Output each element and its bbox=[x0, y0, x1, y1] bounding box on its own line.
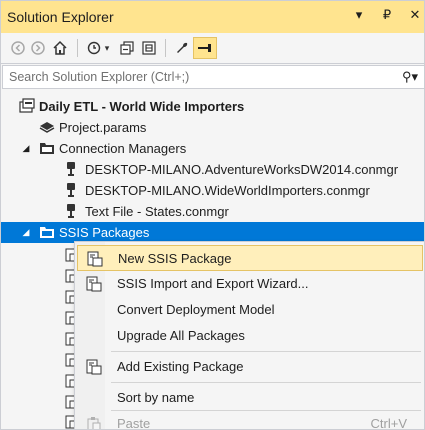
title-controls: ▾ ₽ ✕ bbox=[352, 7, 422, 23]
context-menu: New SSIS Package SSIS Import and Export … bbox=[74, 241, 424, 430]
menu-item-upgrade-all-packages[interactable]: Upgrade All Packages bbox=[77, 323, 423, 349]
tree-item-project-params[interactable]: Project.params bbox=[1, 117, 424, 138]
connection-managers-label: Connection Managers bbox=[59, 141, 187, 156]
folder-icon bbox=[39, 140, 55, 156]
menu-item-label: Upgrade All Packages bbox=[117, 328, 245, 343]
forward-icon[interactable] bbox=[29, 39, 47, 57]
connection-label: DESKTOP-MILANO.AdventureWorksDW2014.conm… bbox=[85, 162, 399, 177]
home-icon[interactable] bbox=[51, 39, 69, 57]
panel-title: Solution Explorer bbox=[7, 9, 114, 25]
search-icon[interactable]: ⚲▾ bbox=[402, 69, 418, 85]
properties-icon[interactable] bbox=[173, 39, 191, 57]
ssis-project-icon bbox=[19, 98, 35, 114]
dropdown-icon[interactable]: ▾ bbox=[352, 7, 366, 23]
toolbar: ▾ bbox=[1, 33, 424, 64]
menu-item-label: Paste bbox=[117, 416, 151, 430]
history-icon[interactable] bbox=[85, 39, 103, 57]
project-params-label: Project.params bbox=[59, 120, 147, 135]
show-all-files-icon[interactable] bbox=[140, 39, 158, 57]
shortcut-label: Ctrl+V bbox=[370, 416, 407, 430]
menu-item-import-export-wizard[interactable]: SSIS Import and Export Wizard... bbox=[77, 271, 423, 297]
tree-item-ssis-packages[interactable]: ◢ SSIS Packages bbox=[1, 222, 424, 243]
toolbar-separator bbox=[77, 39, 78, 57]
params-icon bbox=[39, 119, 55, 135]
menu-item-label: Convert Deployment Model bbox=[117, 302, 275, 317]
menu-separator bbox=[111, 382, 421, 383]
wizard-icon bbox=[86, 276, 102, 292]
menu-item-add-existing-package[interactable]: Add Existing Package bbox=[77, 354, 423, 380]
menu-item-new-ssis-package[interactable]: New SSIS Package bbox=[77, 245, 423, 271]
menu-item-paste[interactable]: Paste Ctrl+V bbox=[77, 411, 423, 430]
search-input[interactable] bbox=[7, 69, 391, 85]
back-icon[interactable] bbox=[9, 39, 27, 57]
folder-icon bbox=[39, 224, 55, 240]
expanded-arrow-icon[interactable]: ◢ bbox=[21, 227, 31, 238]
add-existing-icon bbox=[86, 359, 102, 375]
menu-item-sort-by-name[interactable]: Sort by name bbox=[77, 385, 423, 411]
collapse-all-icon[interactable] bbox=[118, 39, 136, 57]
connection-label: DESKTOP-MILANO.WideWorldImporters.conmgr bbox=[85, 183, 370, 198]
connection-plug-icon bbox=[63, 203, 79, 219]
title-bar[interactable]: Solution Explorer ▾ ₽ ✕ bbox=[1, 1, 424, 33]
solution-explorer-panel: Solution Explorer ▾ ₽ ✕ ▾ Search Solutio… bbox=[0, 0, 425, 430]
connection-plug-icon bbox=[63, 182, 79, 198]
search-box[interactable]: ⚲▾ bbox=[2, 65, 424, 89]
menu-item-label: New SSIS Package bbox=[118, 251, 232, 266]
project-label: Daily ETL - World Wide Importers bbox=[39, 99, 245, 114]
new-package-icon bbox=[87, 251, 103, 267]
menu-separator bbox=[111, 351, 421, 352]
menu-item-label: SSIS Import and Export Wizard... bbox=[117, 276, 309, 291]
pin-preview-icon[interactable] bbox=[193, 37, 217, 59]
connection-label: Text File - States.conmgr bbox=[85, 204, 229, 219]
tree-item-connection[interactable]: DESKTOP-MILANO.WideWorldImporters.conmgr bbox=[1, 180, 424, 201]
menu-item-convert-deployment-model[interactable]: Convert Deployment Model bbox=[77, 297, 423, 323]
connection-plug-icon bbox=[63, 161, 79, 177]
close-icon[interactable]: ✕ bbox=[408, 7, 422, 23]
tree-item-connection[interactable]: Text File - States.conmgr bbox=[1, 201, 424, 222]
ssis-packages-label: SSIS Packages bbox=[59, 225, 150, 240]
menu-item-label: Sort by name bbox=[117, 390, 195, 405]
paste-icon bbox=[86, 416, 102, 429]
tree-item-connection[interactable]: DESKTOP-MILANO.AdventureWorksDW2014.conm… bbox=[1, 159, 424, 180]
menu-item-label: Add Existing Package bbox=[117, 359, 244, 374]
tree-item-project[interactable]: Daily ETL - World Wide Importers bbox=[1, 96, 424, 117]
history-dropdown-icon[interactable]: ▾ bbox=[102, 39, 112, 57]
toolbar-separator bbox=[165, 39, 166, 57]
pin-icon[interactable]: ₽ bbox=[380, 7, 394, 23]
tree-item-connection-managers[interactable]: ◢ Connection Managers bbox=[1, 138, 424, 159]
expanded-arrow-icon[interactable]: ◢ bbox=[21, 143, 31, 154]
